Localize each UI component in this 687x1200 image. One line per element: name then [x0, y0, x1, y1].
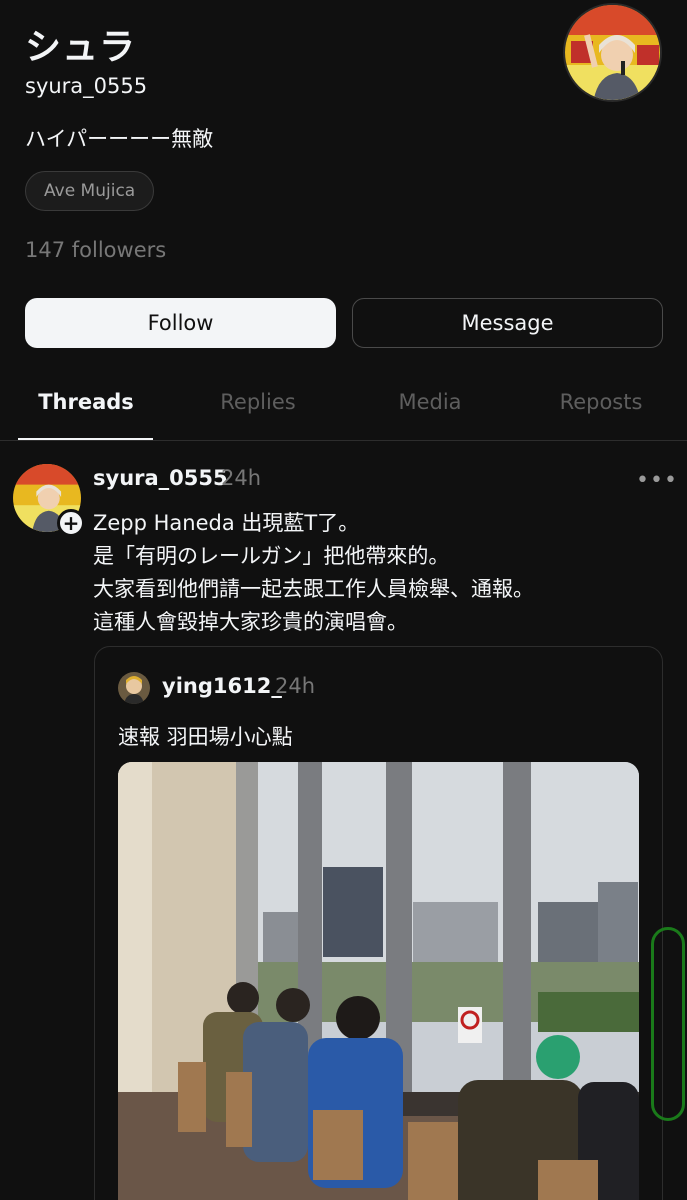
message-button[interactable]: Message: [352, 298, 663, 348]
post-line: 這種人會毀掉大家珍貴的演唱會。: [93, 610, 408, 634]
profile-tabs: Threads Replies Media Reposts: [0, 380, 687, 441]
quoted-author-avatar[interactable]: [118, 672, 150, 704]
tab-reposts[interactable]: Reposts: [521, 390, 681, 414]
post-line: Zepp Haneda 出現藍T了。: [93, 511, 360, 535]
quoted-timestamp: 24h: [275, 674, 316, 698]
post-line: 是「有明のレールガン」把他帶來的。: [93, 544, 450, 568]
tab-replies[interactable]: Replies: [178, 390, 338, 414]
quoted-username[interactable]: ying1612_: [162, 674, 282, 698]
community-tag-chip[interactable]: Ave Mujica: [25, 171, 155, 211]
tab-threads[interactable]: Threads: [6, 390, 166, 414]
post-line: 大家看到他們請一起去跟工作人員檢舉、通報。: [93, 577, 534, 601]
display-name: シュラ: [25, 27, 137, 68]
quoted-text: 速報 羽田場小心點: [118, 725, 293, 749]
post-body: Zepp Haneda 出現藍T了。 是「有明のレールガン」把他帶來的。 大家看…: [93, 507, 673, 639]
followers-count[interactable]: 147 followers: [25, 238, 166, 262]
quoted-photo[interactable]: [118, 762, 639, 1200]
quoted-post-card[interactable]: ying1612_ 24h 速報 羽田場小心點: [94, 646, 663, 1200]
profile-handle: syura_0555: [25, 74, 148, 98]
profile-avatar[interactable]: [563, 3, 662, 102]
follow-plus-icon[interactable]: +: [57, 509, 85, 537]
post-username[interactable]: syura_0555: [93, 466, 228, 490]
profile-bio: ハイパーーーー無敵: [25, 127, 214, 151]
tab-media[interactable]: Media: [350, 390, 510, 414]
more-options-icon[interactable]: •••: [636, 468, 678, 493]
active-tab-indicator: [18, 438, 153, 440]
post-timestamp: 24h: [221, 466, 262, 490]
follow-button[interactable]: Follow: [25, 298, 336, 348]
profile-page: シュラ syura_0555 ハイパーーーー無敵 Ave Mujica 147 …: [0, 0, 687, 1200]
scrollbar-handle[interactable]: [651, 927, 685, 1121]
